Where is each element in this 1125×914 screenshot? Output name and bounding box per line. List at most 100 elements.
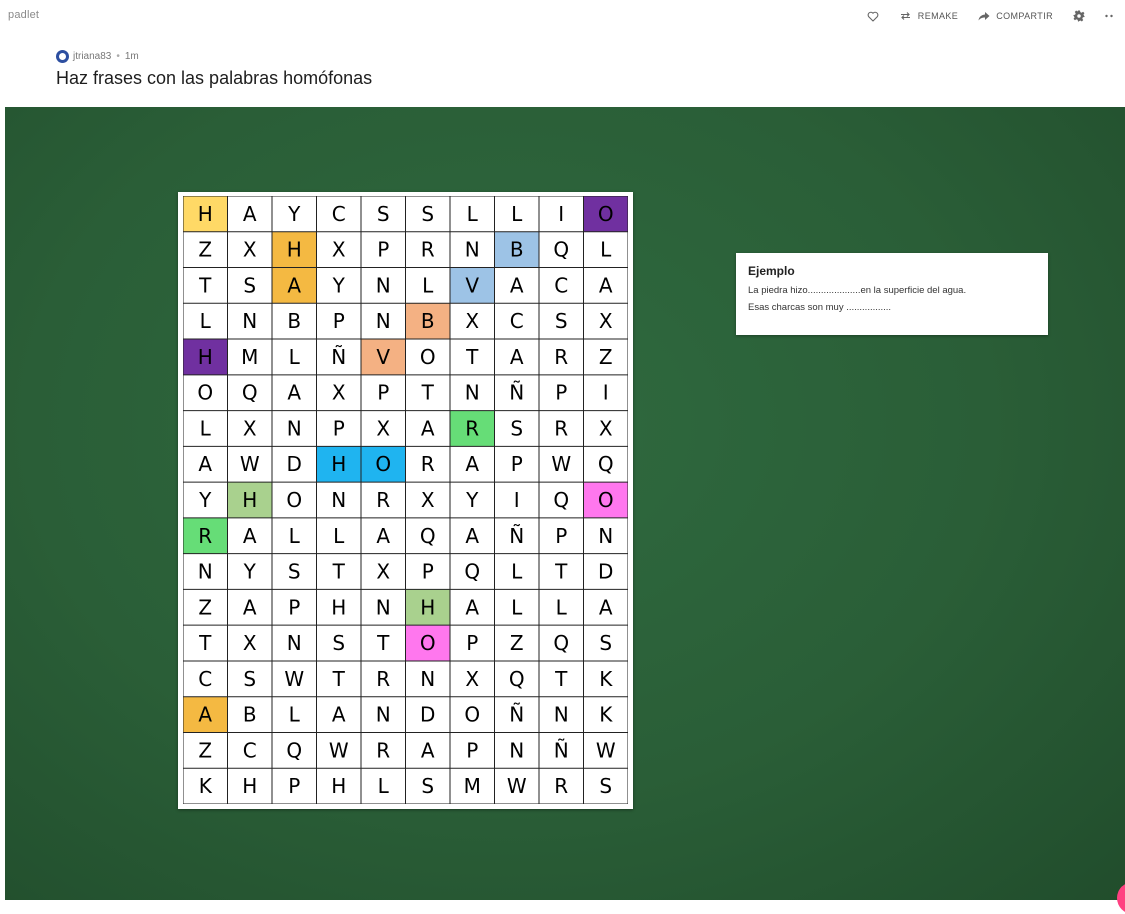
grid-letter: S [243,273,256,297]
remake-button[interactable]: REMAKE [899,11,958,21]
grid-letter: N [420,667,435,691]
like-button[interactable] [867,11,879,22]
separator-dot: • [116,51,120,62]
grid-letter: N [198,560,213,584]
grid-letter: N [509,738,524,762]
grid-letter: A [198,703,212,727]
grid-letter: X [376,416,390,440]
page-title: Haz frases con las palabras homófonas [56,68,373,88]
grid-letter: R [554,774,568,798]
grid-letter: R [376,667,390,691]
grid-letter: R [465,416,479,440]
grid-letter: Y [198,488,212,512]
grid-letter: X [465,667,479,691]
grid-letter: V [376,345,390,369]
grid-letter: Q [553,238,569,262]
grid-letter: Q [420,524,436,548]
grid-letter: H [331,774,346,798]
grid-letter: L [467,202,479,226]
ellipsis-icon [1105,14,1113,18]
grid-letter: H [242,774,257,798]
grid-letter: A [332,703,346,727]
grid-letter: K [199,774,213,798]
gear-icon [1073,10,1085,22]
grid-letter: M [241,345,258,369]
grid-letter: A [243,524,257,548]
grid-letter: L [289,524,301,548]
grid-letter: Z [198,738,212,762]
more-button[interactable] [1105,14,1113,18]
author-name[interactable]: jtriana83 [73,51,111,62]
grid-letter: H [198,345,213,369]
example-card[interactable]: Ejemplo La piedra hizo..................… [736,253,1048,335]
grid-letter: I [558,202,564,226]
grid-letter: A [376,524,390,548]
grid-letter: T [198,631,212,655]
grid-letter: C [554,273,568,297]
grid-letter: P [377,381,389,405]
grid-letter: O [197,381,213,405]
grid-letter: S [421,202,434,226]
post-author: jtriana83 • 1m [56,50,139,63]
grid-letter: I [603,381,609,405]
grid-letter: X [599,416,613,440]
settings-button[interactable] [1073,10,1085,22]
grid-letter: S [332,631,345,655]
grid-letter: N [376,595,391,619]
grid-letter: X [599,309,613,333]
grid-letter: A [465,524,479,548]
grid-letter: L [600,238,612,262]
share-label: COMPARTIR [996,11,1053,21]
grid-letter: H [198,202,213,226]
grid-letter: O [420,631,436,655]
grid-letter: B [287,309,301,333]
grid-letter: P [333,416,345,440]
grid-letter: S [599,774,612,798]
grid-letter: O [464,703,480,727]
grid-letter: L [511,202,523,226]
grid-letter: A [287,381,301,405]
grid-letter: Ñ [509,703,524,727]
avatar[interactable] [56,50,69,63]
grid-letter: P [422,560,434,584]
grid-letter: L [422,273,434,297]
grid-letter: P [288,774,300,798]
grid-letter: H [287,238,302,262]
grid-letter: L [333,524,345,548]
grid-letter: P [466,631,478,655]
grid-letter: A [510,345,524,369]
grid-letter: A [465,595,479,619]
grid-letter: V [465,273,479,297]
remake-icon [899,11,912,21]
grid-letter: L [378,774,390,798]
grid-letter: L [200,416,212,440]
padlet-logo[interactable]: padlet [8,9,39,21]
grid-letter: S [377,202,390,226]
grid-letter: O [286,488,302,512]
grid-letter: N [598,524,613,548]
grid-letter: Z [198,595,212,619]
grid-letter: Ñ [509,381,524,405]
grid-letter: X [465,309,479,333]
grid-letter: W [507,774,527,798]
grid-letter: X [243,238,257,262]
share-button[interactable]: COMPARTIR [978,11,1053,21]
grid-letter: X [421,488,435,512]
grid-letter: M [464,774,481,798]
grid-letter: W [551,452,571,476]
grid-letter: A [510,273,524,297]
grid-letter: O [598,488,614,512]
grid-letter: R [376,738,390,762]
grid-letter: R [554,416,568,440]
grid-letter: X [332,238,346,262]
grid-letter: T [332,667,346,691]
grid-letter: Z [599,345,613,369]
share-arrow-icon [978,11,990,21]
grid-letter: N [465,381,480,405]
grid-letter: B [243,703,257,727]
grid-letter: N [287,631,302,655]
grid-letter: P [377,238,389,262]
word-search-card[interactable]: HAYCSSLLIOZXHXPRNBQLTSAYNLVACALNBPNBXCSX… [178,192,633,809]
grid-letter: Z [198,238,212,262]
example-sentence-1: La piedra hizo....................en la … [748,285,967,296]
